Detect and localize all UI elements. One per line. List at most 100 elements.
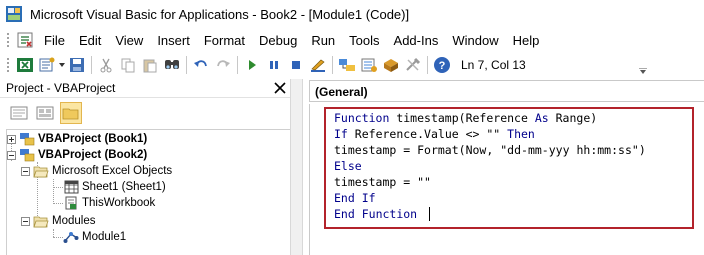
code-keyword: Then (507, 127, 535, 141)
cut-button[interactable] (95, 54, 117, 76)
help-icon: ? (434, 57, 450, 73)
menu-tools[interactable]: Tools (348, 31, 380, 50)
menu-edit[interactable]: Edit (78, 31, 102, 50)
folder-open-icon (33, 214, 49, 228)
undo-button[interactable] (190, 54, 212, 76)
break-button[interactable] (263, 54, 285, 76)
copy-icon (121, 58, 135, 73)
project-explorer-close-button[interactable] (272, 80, 288, 96)
insert-module-button[interactable] (36, 54, 58, 76)
code-line[interactable]: Function timestamp(Reference As Range) (334, 111, 597, 125)
text-cursor (429, 207, 430, 221)
menu-format[interactable]: Format (203, 31, 246, 50)
code-line[interactable]: timestamp = "" (334, 175, 431, 189)
toolbar-separator (427, 56, 428, 74)
code-keyword: End (334, 207, 355, 221)
run-icon (249, 60, 256, 70)
menu-insert[interactable]: Insert (156, 31, 191, 50)
tree-item-label: Modules (52, 215, 96, 227)
insert-dropdown-arrow[interactable] (58, 54, 66, 76)
pane-splitter[interactable] (290, 79, 303, 255)
reset-button[interactable] (285, 54, 307, 76)
menu-file[interactable]: File (43, 31, 66, 50)
object-browser-icon (384, 59, 398, 72)
tree-item-label: Microsoft Excel Objects (52, 165, 173, 177)
code-keyword: Function (361, 207, 418, 221)
tree-connector (53, 237, 63, 238)
tree-item-label: ThisWorkbook (82, 197, 156, 209)
copy-button[interactable] (117, 54, 139, 76)
menu-window[interactable]: Window (451, 31, 499, 50)
object-browser-button[interactable] (380, 54, 402, 76)
tree-item-microsoft-excel-objects[interactable]: Microsoft Excel Objects (21, 163, 172, 179)
toolbox-button[interactable] (402, 54, 424, 76)
tree-connector (53, 187, 63, 188)
menu-view[interactable]: View (114, 31, 144, 50)
help-button[interactable]: ? (431, 54, 453, 76)
cut-icon (100, 58, 112, 73)
toolbar-separator (332, 56, 333, 74)
save-button[interactable] (66, 54, 88, 76)
code-line[interactable]: End Function (334, 207, 417, 221)
project-explorer-button[interactable] (336, 54, 358, 76)
expand-toggle[interactable] (7, 134, 16, 144)
code-keyword: Else (334, 159, 362, 173)
code-line[interactable]: timestamp = Format(Now, "dd-mm-yyy hh:mm… (334, 143, 646, 157)
workbook-icon (63, 196, 79, 210)
design-mode-button[interactable] (307, 54, 329, 76)
menubar-grip[interactable] (6, 32, 10, 48)
tree-item-thisworkbook[interactable]: ThisWorkbook (63, 195, 155, 211)
excel-document-icon[interactable] (16, 31, 34, 49)
collapse-toggle[interactable] (21, 166, 30, 176)
insert-module-icon (39, 57, 55, 72)
properties-button[interactable] (358, 54, 380, 76)
vba-app-icon (6, 6, 22, 22)
code-line[interactable]: End If (334, 191, 376, 205)
cursor-position-label: Ln 7, Col 13 (461, 58, 526, 72)
menu-help[interactable]: Help (512, 31, 541, 50)
title-bar: Microsoft Visual Basic for Applications … (0, 0, 704, 28)
toolbar-grip[interactable] (6, 57, 10, 73)
paste-button[interactable] (139, 54, 161, 76)
code-line[interactable]: Else (334, 159, 362, 173)
collapse-toggle[interactable] (7, 150, 16, 160)
project-explorer-title: Project - VBAProject (6, 81, 116, 95)
tree-connector (53, 203, 63, 204)
view-object-button[interactable] (34, 102, 56, 124)
vba-project-icon (19, 132, 35, 146)
worksheet-icon (63, 180, 79, 194)
module-icon (63, 230, 79, 244)
svg-text:?: ? (439, 60, 446, 72)
toolbar-separator (186, 56, 187, 74)
menu-add-ins[interactable]: Add-Ins (393, 31, 440, 50)
view-excel-button[interactable] (14, 54, 36, 76)
tree-item-modules[interactable]: Modules (21, 213, 95, 229)
view-code-icon (10, 106, 28, 120)
chevron-down-icon (639, 68, 647, 74)
tree-item-label: VBAProject (Book1) (38, 133, 148, 145)
standard-toolbar: ? Ln 7, Col 13 (0, 52, 704, 78)
redo-button[interactable] (212, 54, 234, 76)
tree-item-module1[interactable]: Module1 (63, 229, 126, 245)
view-code-button[interactable] (8, 102, 30, 124)
project-explorer-icon (339, 59, 355, 71)
code-line[interactable]: If Reference.Value <> "" Then (334, 127, 535, 141)
toolbar-overflow-button[interactable] (637, 53, 649, 77)
tree-item-vbaproject-book1[interactable]: VBAProject (Book1) (7, 131, 147, 147)
folder-icon (62, 108, 79, 120)
project-explorer-toolbar (0, 99, 290, 127)
menu-run[interactable]: Run (310, 31, 336, 50)
find-button[interactable] (161, 54, 183, 76)
object-dropdown[interactable]: (General) (309, 80, 704, 102)
design-mode-icon (311, 59, 325, 72)
run-button[interactable] (241, 54, 263, 76)
save-icon (70, 58, 84, 72)
project-tree: VBAProject (Book1) VBAProject (Book2) Mi… (6, 129, 290, 255)
tree-item-sheet1[interactable]: Sheet1 (Sheet1) (63, 179, 166, 195)
collapse-toggle[interactable] (21, 216, 30, 226)
toggle-folders-button[interactable] (60, 102, 82, 124)
tree-item-vbaproject-book2[interactable]: VBAProject (Book2) (7, 147, 147, 163)
tree-item-label: Sheet1 (Sheet1) (82, 181, 166, 193)
menu-debug[interactable]: Debug (258, 31, 298, 50)
tree-connector (53, 229, 54, 237)
